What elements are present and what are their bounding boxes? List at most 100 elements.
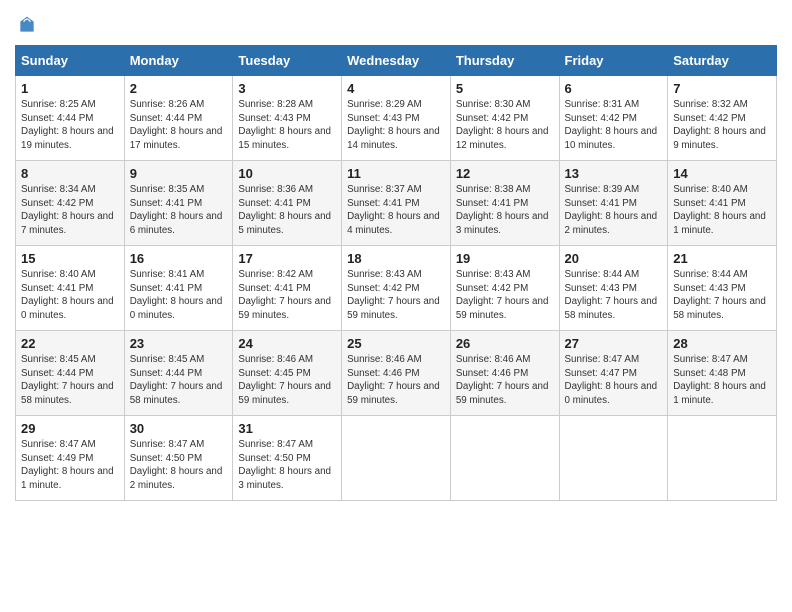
calendar-cell: 4 Sunrise: 8:29 AM Sunset: 4:43 PM Dayli… — [342, 76, 451, 161]
day-number: 13 — [565, 166, 663, 181]
day-number: 19 — [456, 251, 554, 266]
day-info: Sunrise: 8:32 AM Sunset: 4:42 PM Dayligh… — [673, 98, 771, 153]
day-number: 14 — [673, 166, 771, 181]
day-info: Sunrise: 8:38 AM Sunset: 4:41 PM Dayligh… — [456, 183, 554, 238]
logo — [15, 15, 37, 35]
day-info: Sunrise: 8:47 AM Sunset: 4:49 PM Dayligh… — [21, 438, 119, 493]
calendar-week-2: 8 Sunrise: 8:34 AM Sunset: 4:42 PM Dayli… — [16, 161, 777, 246]
day-info: Sunrise: 8:34 AM Sunset: 4:42 PM Dayligh… — [21, 183, 119, 238]
day-number: 16 — [130, 251, 228, 266]
calendar-cell: 15 Sunrise: 8:40 AM Sunset: 4:41 PM Dayl… — [16, 246, 125, 331]
calendar-cell: 5 Sunrise: 8:30 AM Sunset: 4:42 PM Dayli… — [450, 76, 559, 161]
page-header — [15, 15, 777, 35]
header-thursday: Thursday — [450, 46, 559, 76]
day-info: Sunrise: 8:45 AM Sunset: 4:44 PM Dayligh… — [21, 353, 119, 408]
calendar-cell — [559, 416, 668, 501]
calendar-cell: 8 Sunrise: 8:34 AM Sunset: 4:42 PM Dayli… — [16, 161, 125, 246]
day-number: 12 — [456, 166, 554, 181]
calendar-week-1: 1 Sunrise: 8:25 AM Sunset: 4:44 PM Dayli… — [16, 76, 777, 161]
day-number: 31 — [238, 421, 336, 436]
calendar-cell: 6 Sunrise: 8:31 AM Sunset: 4:42 PM Dayli… — [559, 76, 668, 161]
calendar-cell: 26 Sunrise: 8:46 AM Sunset: 4:46 PM Dayl… — [450, 331, 559, 416]
day-info: Sunrise: 8:47 AM Sunset: 4:50 PM Dayligh… — [130, 438, 228, 493]
header-wednesday: Wednesday — [342, 46, 451, 76]
day-info: Sunrise: 8:40 AM Sunset: 4:41 PM Dayligh… — [673, 183, 771, 238]
header-tuesday: Tuesday — [233, 46, 342, 76]
calendar-week-5: 29 Sunrise: 8:47 AM Sunset: 4:49 PM Dayl… — [16, 416, 777, 501]
day-number: 30 — [130, 421, 228, 436]
calendar-cell: 20 Sunrise: 8:44 AM Sunset: 4:43 PM Dayl… — [559, 246, 668, 331]
day-info: Sunrise: 8:41 AM Sunset: 4:41 PM Dayligh… — [130, 268, 228, 323]
calendar-cell: 16 Sunrise: 8:41 AM Sunset: 4:41 PM Dayl… — [124, 246, 233, 331]
calendar-table: SundayMondayTuesdayWednesdayThursdayFrid… — [15, 45, 777, 501]
day-info: Sunrise: 8:43 AM Sunset: 4:42 PM Dayligh… — [347, 268, 445, 323]
logo-icon — [17, 15, 37, 35]
calendar-cell: 14 Sunrise: 8:40 AM Sunset: 4:41 PM Dayl… — [668, 161, 777, 246]
calendar-cell: 21 Sunrise: 8:44 AM Sunset: 4:43 PM Dayl… — [668, 246, 777, 331]
day-number: 7 — [673, 81, 771, 96]
day-number: 22 — [21, 336, 119, 351]
calendar-cell: 12 Sunrise: 8:38 AM Sunset: 4:41 PM Dayl… — [450, 161, 559, 246]
day-number: 25 — [347, 336, 445, 351]
calendar-header-row: SundayMondayTuesdayWednesdayThursdayFrid… — [16, 46, 777, 76]
calendar-cell — [668, 416, 777, 501]
day-info: Sunrise: 8:35 AM Sunset: 4:41 PM Dayligh… — [130, 183, 228, 238]
day-number: 27 — [565, 336, 663, 351]
day-number: 23 — [130, 336, 228, 351]
day-info: Sunrise: 8:47 AM Sunset: 4:47 PM Dayligh… — [565, 353, 663, 408]
day-info: Sunrise: 8:46 AM Sunset: 4:46 PM Dayligh… — [347, 353, 445, 408]
day-number: 10 — [238, 166, 336, 181]
day-info: Sunrise: 8:44 AM Sunset: 4:43 PM Dayligh… — [673, 268, 771, 323]
day-number: 21 — [673, 251, 771, 266]
calendar-cell: 25 Sunrise: 8:46 AM Sunset: 4:46 PM Dayl… — [342, 331, 451, 416]
header-saturday: Saturday — [668, 46, 777, 76]
calendar-cell: 17 Sunrise: 8:42 AM Sunset: 4:41 PM Dayl… — [233, 246, 342, 331]
day-info: Sunrise: 8:31 AM Sunset: 4:42 PM Dayligh… — [565, 98, 663, 153]
calendar-cell — [450, 416, 559, 501]
day-info: Sunrise: 8:46 AM Sunset: 4:46 PM Dayligh… — [456, 353, 554, 408]
day-number: 24 — [238, 336, 336, 351]
calendar-cell: 28 Sunrise: 8:47 AM Sunset: 4:48 PM Dayl… — [668, 331, 777, 416]
calendar-cell: 3 Sunrise: 8:28 AM Sunset: 4:43 PM Dayli… — [233, 76, 342, 161]
calendar-cell: 10 Sunrise: 8:36 AM Sunset: 4:41 PM Dayl… — [233, 161, 342, 246]
calendar-cell: 27 Sunrise: 8:47 AM Sunset: 4:47 PM Dayl… — [559, 331, 668, 416]
day-number: 1 — [21, 81, 119, 96]
day-number: 15 — [21, 251, 119, 266]
calendar-cell: 24 Sunrise: 8:46 AM Sunset: 4:45 PM Dayl… — [233, 331, 342, 416]
day-number: 6 — [565, 81, 663, 96]
day-number: 26 — [456, 336, 554, 351]
calendar-cell: 30 Sunrise: 8:47 AM Sunset: 4:50 PM Dayl… — [124, 416, 233, 501]
calendar-cell: 7 Sunrise: 8:32 AM Sunset: 4:42 PM Dayli… — [668, 76, 777, 161]
day-info: Sunrise: 8:25 AM Sunset: 4:44 PM Dayligh… — [21, 98, 119, 153]
day-number: 3 — [238, 81, 336, 96]
day-info: Sunrise: 8:44 AM Sunset: 4:43 PM Dayligh… — [565, 268, 663, 323]
calendar-cell: 19 Sunrise: 8:43 AM Sunset: 4:42 PM Dayl… — [450, 246, 559, 331]
day-number: 2 — [130, 81, 228, 96]
header-sunday: Sunday — [16, 46, 125, 76]
calendar-cell: 18 Sunrise: 8:43 AM Sunset: 4:42 PM Dayl… — [342, 246, 451, 331]
calendar-cell: 1 Sunrise: 8:25 AM Sunset: 4:44 PM Dayli… — [16, 76, 125, 161]
calendar-cell: 11 Sunrise: 8:37 AM Sunset: 4:41 PM Dayl… — [342, 161, 451, 246]
day-number: 17 — [238, 251, 336, 266]
day-info: Sunrise: 8:45 AM Sunset: 4:44 PM Dayligh… — [130, 353, 228, 408]
header-monday: Monday — [124, 46, 233, 76]
day-info: Sunrise: 8:37 AM Sunset: 4:41 PM Dayligh… — [347, 183, 445, 238]
calendar-cell: 23 Sunrise: 8:45 AM Sunset: 4:44 PM Dayl… — [124, 331, 233, 416]
calendar-week-3: 15 Sunrise: 8:40 AM Sunset: 4:41 PM Dayl… — [16, 246, 777, 331]
day-info: Sunrise: 8:47 AM Sunset: 4:48 PM Dayligh… — [673, 353, 771, 408]
calendar-cell: 31 Sunrise: 8:47 AM Sunset: 4:50 PM Dayl… — [233, 416, 342, 501]
day-info: Sunrise: 8:30 AM Sunset: 4:42 PM Dayligh… — [456, 98, 554, 153]
calendar-cell: 2 Sunrise: 8:26 AM Sunset: 4:44 PM Dayli… — [124, 76, 233, 161]
day-number: 29 — [21, 421, 119, 436]
day-info: Sunrise: 8:43 AM Sunset: 4:42 PM Dayligh… — [456, 268, 554, 323]
day-info: Sunrise: 8:28 AM Sunset: 4:43 PM Dayligh… — [238, 98, 336, 153]
calendar-cell — [342, 416, 451, 501]
day-number: 9 — [130, 166, 228, 181]
day-number: 18 — [347, 251, 445, 266]
day-number: 5 — [456, 81, 554, 96]
day-info: Sunrise: 8:36 AM Sunset: 4:41 PM Dayligh… — [238, 183, 336, 238]
calendar-cell: 22 Sunrise: 8:45 AM Sunset: 4:44 PM Dayl… — [16, 331, 125, 416]
day-info: Sunrise: 8:47 AM Sunset: 4:50 PM Dayligh… — [238, 438, 336, 493]
day-info: Sunrise: 8:40 AM Sunset: 4:41 PM Dayligh… — [21, 268, 119, 323]
calendar-cell: 13 Sunrise: 8:39 AM Sunset: 4:41 PM Dayl… — [559, 161, 668, 246]
